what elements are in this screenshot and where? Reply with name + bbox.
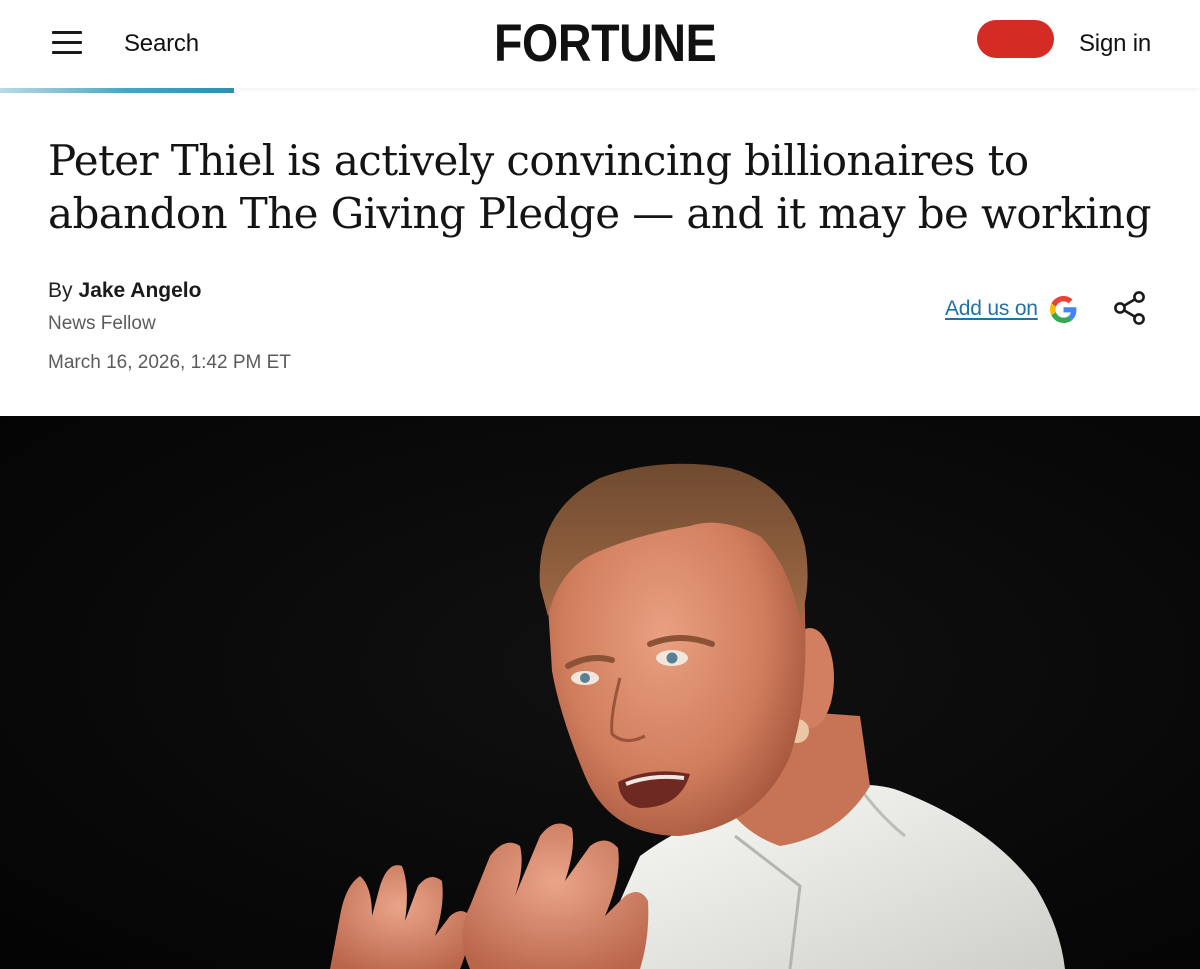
- author-role: News Fellow: [48, 313, 156, 334]
- byline: By Jake Angelo: [48, 278, 201, 304]
- hero-photo: [0, 416, 1200, 969]
- sign-in-link[interactable]: Sign in: [1079, 29, 1151, 59]
- search-link[interactable]: Search: [124, 29, 199, 59]
- menu-line: [52, 31, 82, 34]
- article-headline: Peter Thiel is actively convincing billi…: [48, 136, 1152, 238]
- add-us-on-google-link[interactable]: Add us on: [945, 294, 1077, 324]
- menu-line: [52, 41, 82, 44]
- google-g-icon: [1049, 295, 1077, 323]
- reading-progress-bar: [0, 88, 1200, 93]
- subscribe-button[interactable]: [977, 20, 1054, 58]
- author-name-link[interactable]: Jake Angelo: [79, 279, 202, 302]
- hero-image: [0, 416, 1200, 969]
- hamburger-menu-icon[interactable]: [52, 30, 82, 56]
- byline-prefix: By: [48, 279, 73, 302]
- share-icon[interactable]: [1112, 290, 1148, 326]
- publish-date: March 16, 2026, 1:42 PM ET: [48, 352, 291, 373]
- add-us-on-label: Add us on: [945, 297, 1038, 320]
- fortune-logo[interactable]: FORTUNE: [494, 13, 717, 73]
- site-header: Search FORTUNE Sign in: [0, 0, 1200, 88]
- menu-line: [52, 51, 82, 54]
- reading-progress-fill: [0, 88, 234, 93]
